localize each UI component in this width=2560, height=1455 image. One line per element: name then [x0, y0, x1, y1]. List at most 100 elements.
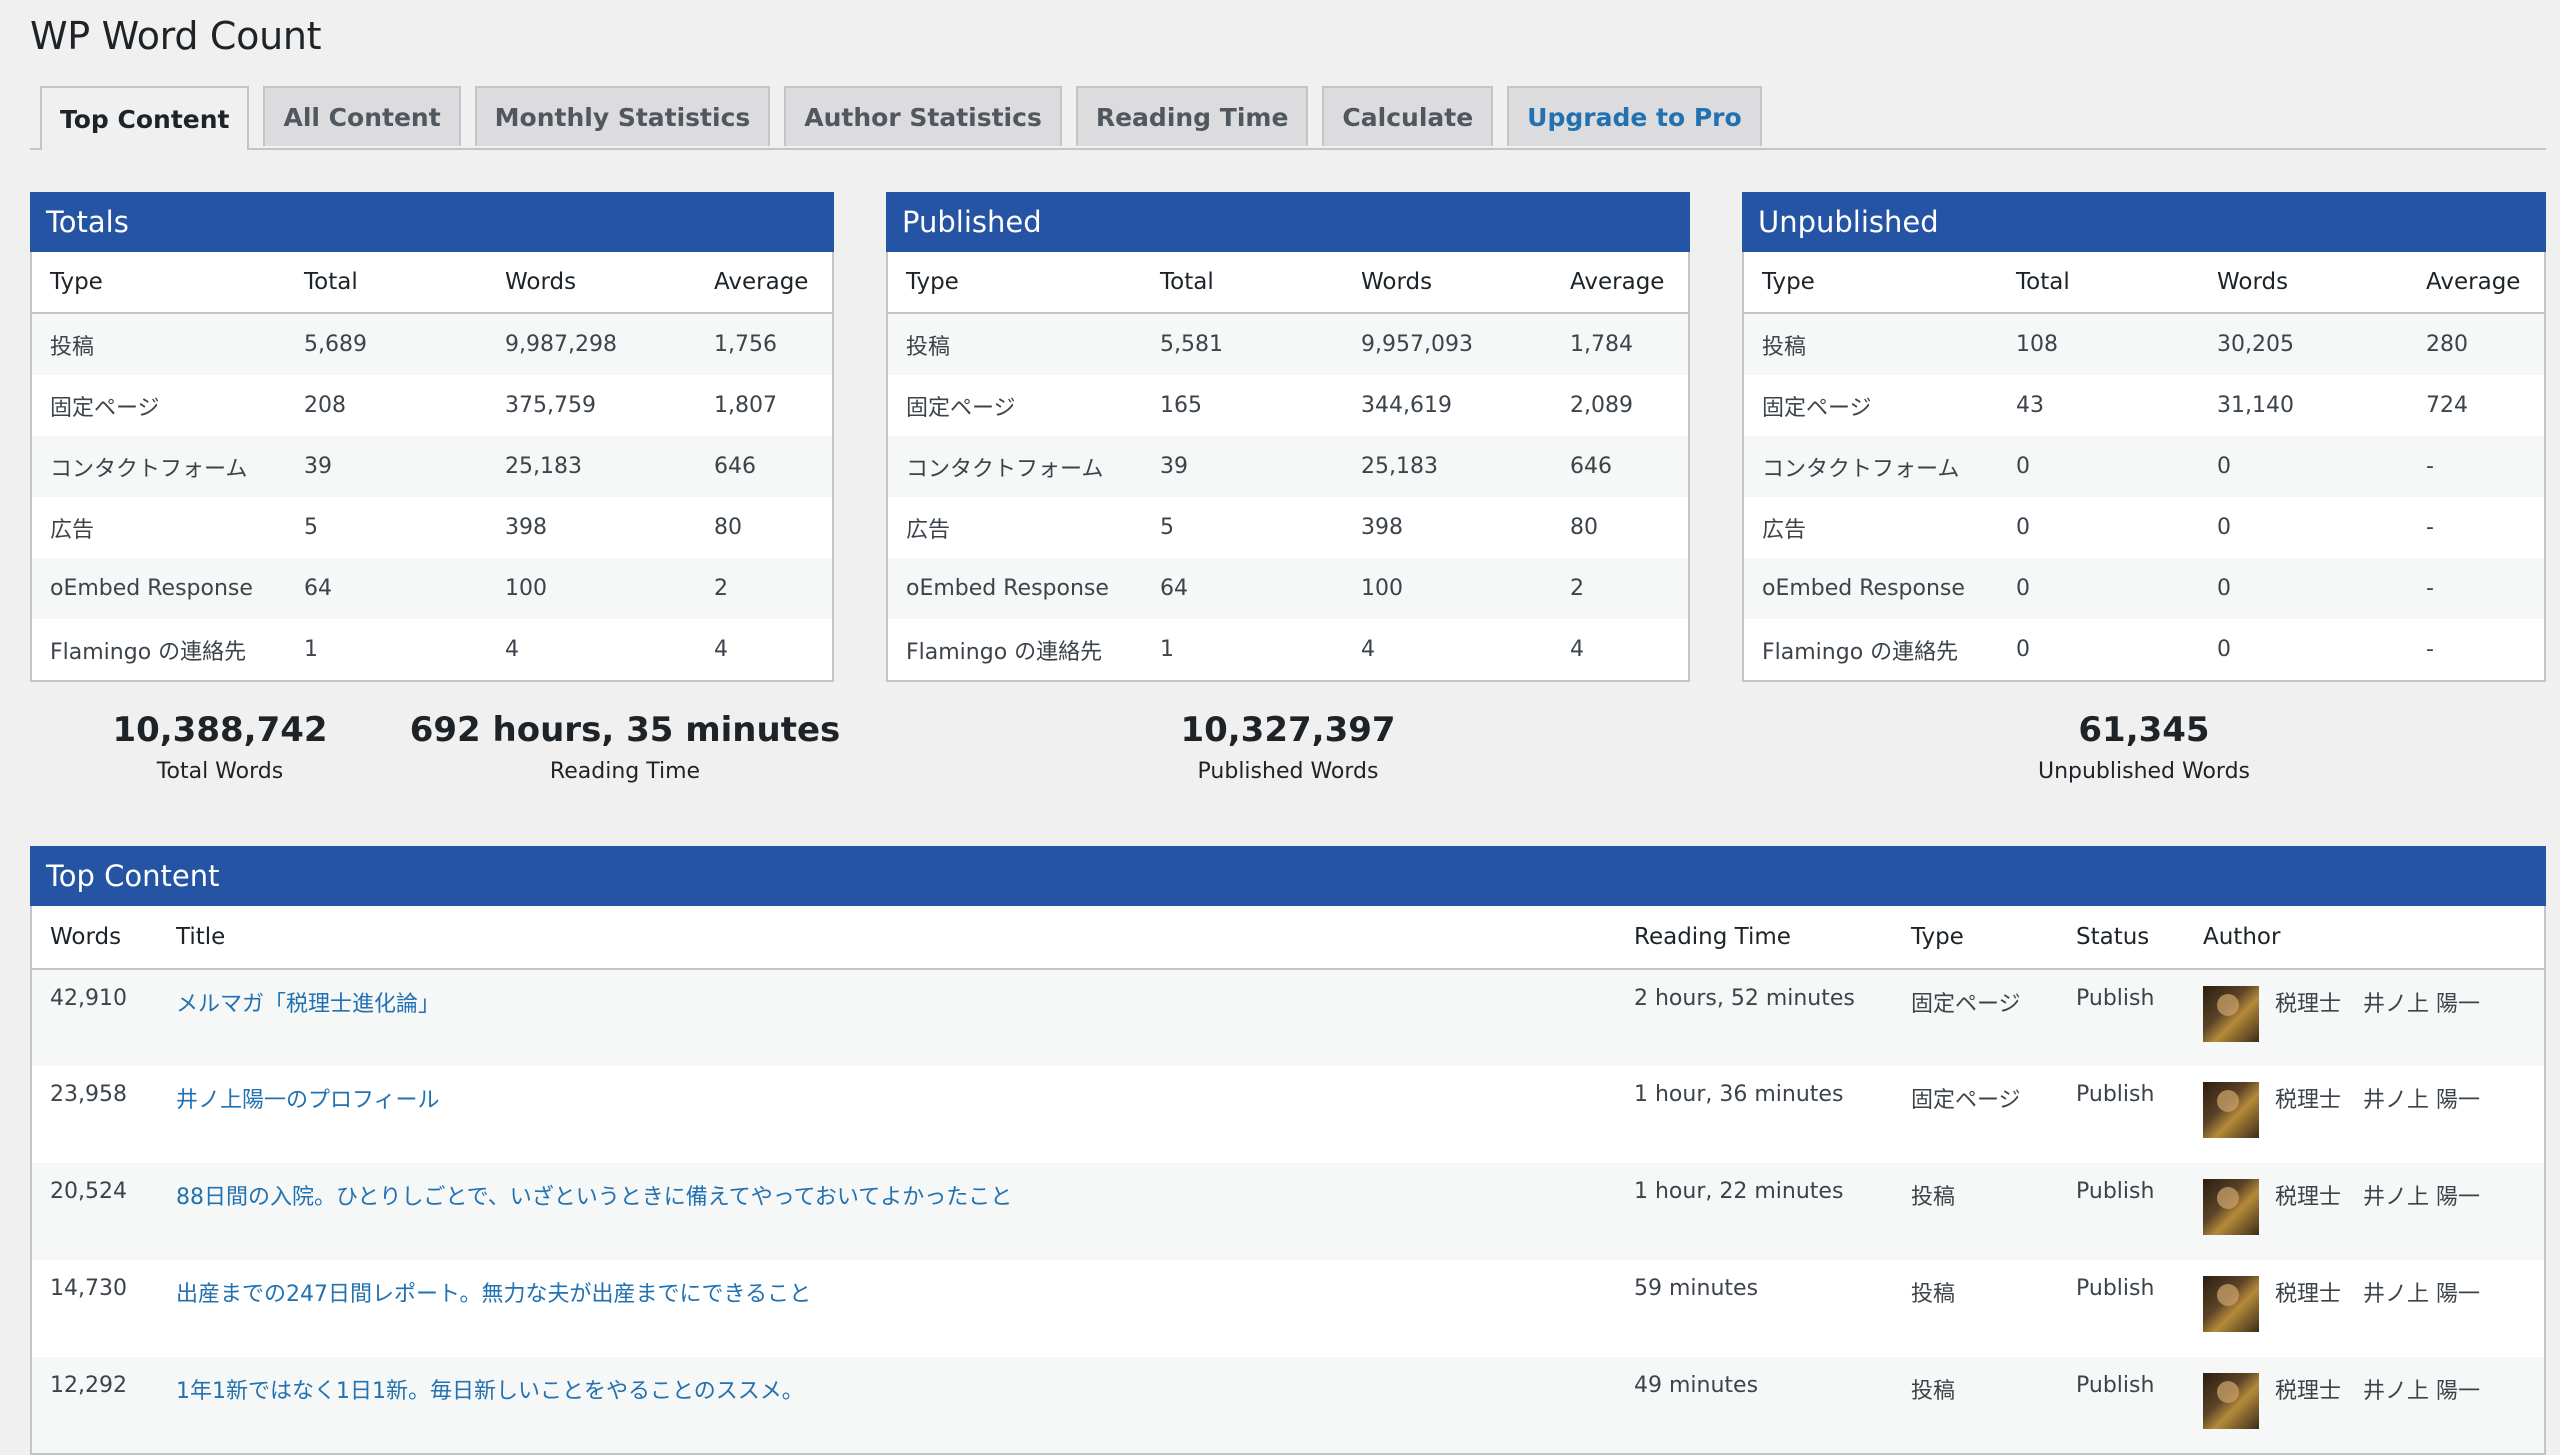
column-header: Average	[696, 252, 833, 314]
cell-total: 108	[1998, 313, 2199, 375]
table-row: Flamingo の連絡先 1 4 4	[31, 619, 833, 681]
top-content-table: Words Title Reading Time Type Status Aut…	[30, 906, 2546, 1455]
cell-average: 646	[1552, 436, 1689, 497]
cell-total: 0	[1998, 558, 2199, 619]
reading-time-label: Reading Time	[549, 759, 701, 784]
cell-words: 14,730	[50, 1276, 127, 1301]
cell-status: Publish	[2058, 1163, 2185, 1260]
table-row: 14,730 出産までの247日間レポート。無力な夫が出産までにできること 59…	[31, 1260, 2545, 1357]
table-row: 固定ページ 165 344,619 2,089	[887, 375, 1689, 436]
tab-top-content[interactable]: Top Content	[40, 86, 250, 150]
column-header: Words	[487, 252, 696, 314]
table-row: 12,292 1年1新ではなく1日1新。毎日新しいことをやることのススメ。 49…	[31, 1357, 2545, 1454]
column-header: Total	[286, 252, 487, 314]
cell-words: 9,987,298	[487, 313, 696, 375]
author-name: 税理士 井ノ上 陽一	[2275, 992, 2480, 1017]
column-header: Words	[1343, 252, 1552, 314]
cell-type: 広告	[50, 517, 95, 543]
cell-type: 固定ページ	[1893, 969, 2058, 1066]
cell-type: oEmbed Response	[31, 558, 286, 619]
table-row: oEmbed Response 0 0-	[1743, 558, 2545, 619]
cell-type: 投稿	[1893, 1357, 2058, 1454]
total-words-stat: 10,388,742 Total Words	[70, 706, 370, 790]
author-name: 税理士 井ノ上 陽一	[2275, 1088, 2480, 1113]
table-row: Flamingo の連絡先 0 0 -	[1743, 619, 2545, 681]
table-row: 投稿 108 30,205 280	[1743, 313, 2545, 375]
cell-type: 広告	[1762, 517, 1807, 543]
cell-type: 固定ページ	[1762, 395, 1872, 421]
cell-type: 広告	[906, 517, 951, 543]
cell-average: 4	[1570, 637, 1584, 662]
cell-reading-time: 1 hour, 22 minutes	[1616, 1163, 1893, 1260]
table-row: 広告 5 398 80	[887, 497, 1689, 558]
cell-average: 2	[1552, 558, 1689, 619]
cell-words: 4	[505, 637, 519, 662]
table-row: 23,958 井ノ上陽一のプロフィール 1 hour, 36 minutes 固…	[31, 1066, 2545, 1163]
avatar	[2203, 1373, 2259, 1429]
cell-average: 80	[714, 515, 742, 540]
tab-calculate[interactable]: Calculate	[1322, 86, 1494, 146]
cell-words: 0	[2199, 558, 2408, 619]
cell-words: 25,183	[487, 436, 696, 497]
cell-total: 5	[304, 515, 318, 540]
table-row: コンタクトフォーム 39 25,183 646	[31, 436, 833, 497]
cell-average: 724	[2426, 393, 2468, 418]
avatar	[2203, 1082, 2259, 1138]
cell-words: 42,910	[31, 969, 158, 1066]
table-row: 広告 0 0 -	[1743, 497, 2545, 558]
author-cell: 税理士 井ノ上 陽一	[2203, 986, 2544, 1042]
total-words-label: Total Words	[156, 759, 284, 784]
cell-words: 4	[1361, 637, 1375, 662]
cell-total: 64	[286, 558, 487, 619]
content-title-link[interactable]: 88日間の入院。ひとりしごとで、いざというときに備えてやっておいてよかったこと	[176, 1185, 1012, 1210]
column-header: Reading Time	[1616, 906, 1893, 970]
content-title-link[interactable]: 井ノ上陽一のプロフィール	[176, 1088, 440, 1113]
cell-words: 100	[487, 558, 696, 619]
cell-average: -	[2408, 436, 2545, 497]
unpublished-heading: Unpublished	[1742, 192, 2546, 252]
cell-words: 20,524	[31, 1163, 158, 1260]
cell-total: 1	[304, 637, 318, 662]
totals-table: Type Total Words Average 投稿 5,689 9,987,29…	[30, 252, 834, 682]
reading-time-value: 692 hours, 35 minutes	[409, 710, 841, 750]
tab-all-content[interactable]: All Content	[263, 86, 461, 146]
tabs-divider	[30, 148, 2546, 150]
cell-average: 280	[2408, 313, 2545, 375]
column-header: Total	[1142, 252, 1343, 314]
cell-average: 4	[714, 637, 728, 662]
cell-type: 固定ページ	[1911, 1088, 2021, 1113]
tab-reading-time[interactable]: Reading Time	[1075, 86, 1309, 146]
table-row: コンタクトフォーム 39 25,183 646	[887, 436, 1689, 497]
table-row: Flamingo の連絡先 1 4 4	[887, 619, 1689, 681]
author-cell: 税理士 井ノ上 陽一	[2203, 1276, 2544, 1332]
column-header: Words	[2199, 252, 2408, 314]
column-header: Type	[887, 252, 1142, 314]
reading-time-stat: 692 hours, 35 minutes Reading Time	[400, 706, 850, 790]
content-title-link[interactable]: メルマガ「税理士進化論」	[176, 992, 440, 1017]
table-row: 42,910 メルマガ「税理士進化論」 2 hours, 52 minutes …	[31, 969, 2545, 1066]
tab-monthly-statistics[interactable]: Monthly Statistics	[474, 86, 771, 146]
content-title-link[interactable]: 1年1新ではなく1日1新。毎日新しいことをやることのススメ。	[176, 1379, 804, 1404]
tab-author-statistics[interactable]: Author Statistics	[784, 86, 1062, 146]
page-title: WP Word Count	[30, 14, 322, 58]
cell-words: 23,958	[50, 1082, 127, 1107]
tab-upgrade-to-pro[interactable]: Upgrade to Pro	[1507, 86, 1762, 146]
cell-average: 80	[1570, 515, 1598, 540]
table-row: 投稿 5,689 9,987,298 1,756	[31, 313, 833, 375]
unpublished-box: Unpublished Type Total Words Average 投稿 1…	[1742, 192, 2546, 682]
published-table: Type Total Words Average 投稿 5,581 9,957,09…	[886, 252, 1690, 682]
cell-type: 固定ページ	[906, 395, 1016, 421]
cell-type: 投稿	[1911, 1282, 1956, 1307]
published-heading: Published	[886, 192, 1690, 252]
cell-total: 5	[1160, 515, 1174, 540]
cell-total: 0	[1998, 436, 2199, 497]
cell-words: 0	[2217, 637, 2231, 662]
column-header: Status	[2058, 906, 2185, 970]
nav-tabs: Top Content All Content Monthly Statisti…	[40, 86, 1762, 150]
cell-total: 39	[1142, 436, 1343, 497]
cell-total: 208	[304, 393, 346, 418]
author-cell: 税理士 井ノ上 陽一	[2203, 1082, 2544, 1138]
cell-reading-time: 1 hour, 36 minutes	[1634, 1082, 1844, 1107]
column-header: Type	[1893, 906, 2058, 970]
content-title-link[interactable]: 出産までの247日間レポート。無力な夫が出産までにできること	[176, 1282, 811, 1307]
